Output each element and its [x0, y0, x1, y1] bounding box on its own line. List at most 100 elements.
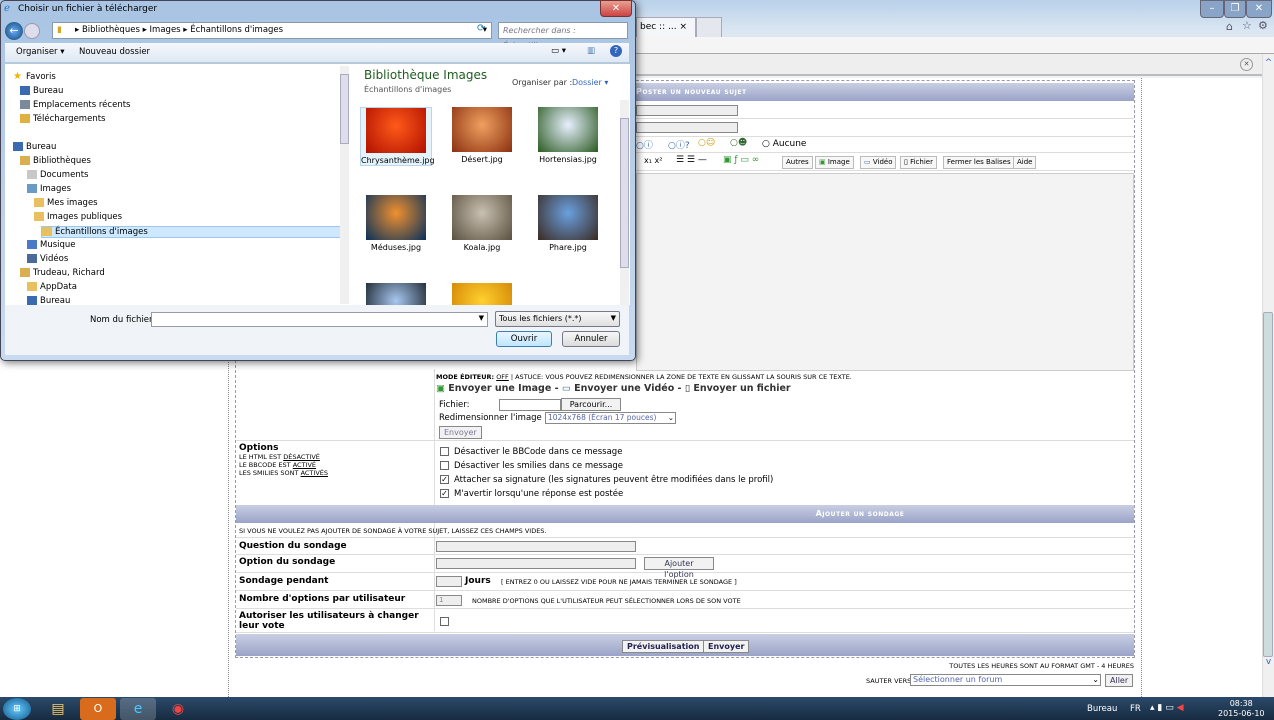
option-disable-bbcode[interactable]: Désactiver le BBCode dans ce message: [440, 445, 773, 459]
angry-smiley-icon[interactable]: ○☻: [730, 138, 747, 148]
minimize-button[interactable]: –: [1200, 0, 1224, 18]
start-button[interactable]: ⊞: [3, 698, 31, 720]
refresh-icon[interactable]: ⟳: [477, 23, 485, 34]
help-icon[interactable]: ?: [610, 45, 622, 57]
scroll-down-icon[interactable]: v: [1263, 657, 1274, 667]
forward-button[interactable]: [24, 23, 40, 39]
breadcrumb-item[interactable]: Échantillons d'images: [190, 25, 283, 35]
open-button[interactable]: Ouvrir: [496, 331, 552, 347]
tab-close-icon[interactable]: ×: [679, 22, 687, 32]
subject-input[interactable]: [636, 122, 738, 133]
jump-select[interactable]: Sélectionner un forum ⌄: [910, 674, 1101, 686]
favorites-star-icon[interactable]: ☆: [1242, 19, 1252, 32]
checkbox[interactable]: [440, 461, 449, 470]
username-input[interactable]: [636, 105, 738, 116]
toolbar-video[interactable]: ▭ Vidéo: [860, 156, 897, 169]
subscript-superscript-icons[interactable]: x₁ x²: [644, 156, 662, 165]
back-button[interactable]: ←: [5, 22, 23, 40]
dialog-close-button[interactable]: ✕: [600, 0, 632, 17]
submit-button[interactable]: Envoyer: [703, 640, 750, 653]
options-per-user-input[interactable]: 1: [436, 595, 462, 606]
message-textarea[interactable]: [636, 173, 1134, 371]
html-status-link[interactable]: Désactivé: [283, 453, 320, 461]
breadcrumb-item[interactable]: Images: [150, 25, 181, 35]
checkbox[interactable]: [440, 447, 449, 456]
nav-item[interactable]: Bureau: [13, 142, 56, 152]
preview-pane-icon[interactable]: ▥: [587, 46, 595, 56]
tray-icons[interactable]: ▴ ▮ ▭ ◀: [1150, 703, 1183, 713]
file-tile[interactable]: Phare.jpg: [532, 195, 604, 252]
ie-taskbar-icon[interactable]: e: [120, 698, 156, 720]
toolbar-close-tags[interactable]: Fermer les Balises: [943, 156, 1015, 169]
file-tile[interactable]: Hortensias.jpg: [532, 107, 604, 164]
nav-scrollbar[interactable]: [340, 66, 349, 304]
notification-close-icon[interactable]: ✕: [1240, 58, 1253, 71]
breadcrumb-item[interactable]: Bibliothèques: [82, 25, 140, 35]
nav-item[interactable]: AppData: [27, 282, 77, 292]
file-tile[interactable]: Koala.jpg: [446, 195, 518, 252]
checkbox-checked[interactable]: ✓: [440, 475, 449, 484]
nav-item[interactable]: Images publiques: [34, 212, 122, 222]
arrange-dropdown[interactable]: Dossier ▾: [572, 78, 608, 87]
language-indicator[interactable]: FR: [1130, 704, 1141, 714]
nav-item[interactable]: Téléchargements: [20, 114, 105, 124]
desktop-toolbar-label[interactable]: Bureau: [1087, 704, 1117, 714]
file-tile[interactable]: Méduses.jpg: [360, 195, 432, 252]
nav-item[interactable]: Mes images: [34, 198, 98, 208]
toolbar-help[interactable]: Aide: [1013, 156, 1037, 169]
nav-item[interactable]: Musique: [27, 240, 76, 250]
address-bar[interactable]: ▮ ▸ Bibliothèques ▸ Images ▸ Échantillon…: [52, 22, 492, 39]
nav-item[interactable]: Vidéos: [27, 254, 68, 264]
option-notify-reply[interactable]: ✓ M'avertir lorsqu'une réponse est postée: [440, 487, 773, 501]
checkbox-checked[interactable]: ✓: [440, 489, 449, 498]
nav-item[interactable]: Échantillons d'images: [41, 226, 343, 238]
gear-icon[interactable]: ⚙: [1258, 19, 1268, 32]
search-input[interactable]: Rechercher dans : Échantillons...⌕: [498, 22, 628, 50]
cancel-button[interactable]: Annuler: [562, 331, 620, 347]
new-folder-button[interactable]: Nouveau dossier: [79, 47, 150, 57]
volume-muted-icon[interactable]: ◀: [1177, 703, 1184, 713]
icon-none-radio[interactable]: ○ Aucune: [762, 139, 806, 149]
clock[interactable]: 08:38 2015-06-10: [1218, 699, 1265, 719]
poll-option-input[interactable]: [436, 558, 636, 569]
nav-item[interactable]: Bureau: [20, 86, 63, 96]
question-icon[interactable]: ○ⓘ?: [668, 138, 690, 151]
image-insert-icon[interactable]: ▣ ƒ ▭ ∞: [723, 155, 759, 165]
info-icon[interactable]: ○ⓘ: [636, 138, 653, 151]
file-tile[interactable]: Désert.jpg: [446, 107, 518, 164]
toolbar-image[interactable]: ▣ Image: [815, 156, 854, 169]
go-button[interactable]: Aller: [1105, 674, 1134, 687]
nav-item[interactable]: Documents: [27, 170, 88, 180]
new-tab-button[interactable]: [696, 17, 722, 37]
smilies-status-link[interactable]: Activés: [301, 469, 328, 477]
preview-button[interactable]: Prévisualisation: [622, 640, 705, 653]
chevron-down-icon[interactable]: ▼: [479, 314, 484, 322]
toolbar-fichier[interactable]: ▯ Fichier: [900, 156, 937, 169]
maximize-button[interactable]: ❐: [1224, 0, 1246, 18]
files-scrollbar-thumb[interactable]: [620, 118, 629, 268]
close-window-button[interactable]: ✕: [1246, 0, 1272, 18]
poll-duration-input[interactable]: [436, 576, 462, 587]
scroll-up-icon[interactable]: ^: [1263, 58, 1274, 68]
outlook-taskbar-icon[interactable]: O: [80, 698, 116, 720]
scrollbar-thumb[interactable]: [1263, 312, 1273, 657]
nav-item[interactable]: ★ Favoris: [13, 72, 56, 83]
nav-item[interactable]: Trudeau, Richard: [20, 268, 105, 278]
nav-scrollbar-thumb[interactable]: [340, 74, 349, 144]
nav-item[interactable]: Bibliothèques: [20, 156, 91, 166]
option-disable-smilies[interactable]: Désactiver les smilies dans ce message: [440, 459, 773, 473]
chrome-taskbar-icon[interactable]: ◉: [160, 698, 196, 720]
bbcode-status-link[interactable]: Activé: [293, 461, 316, 469]
nav-item[interactable]: Emplacements récents: [20, 100, 130, 110]
toolbar-autres[interactable]: Autres: [782, 156, 813, 169]
file-type-select[interactable]: Tous les fichiers (*.*) ▼: [495, 311, 620, 327]
view-options-icon[interactable]: ▭ ▾: [551, 46, 566, 56]
poll-question-input[interactable]: [436, 541, 636, 552]
file-tile[interactable]: Chrysanthème.jpg: [360, 107, 435, 166]
browser-tab[interactable]: bec :: ... ×: [636, 17, 696, 37]
home-icon[interactable]: ⌂: [1226, 20, 1233, 33]
add-option-button[interactable]: Ajouter l'option: [644, 557, 714, 579]
option-attach-signature[interactable]: ✓ Attacher sa signature (les signatures p…: [440, 473, 773, 487]
allow-change-checkbox[interactable]: [440, 617, 449, 626]
smiley-icon[interactable]: ○☺: [698, 138, 715, 148]
